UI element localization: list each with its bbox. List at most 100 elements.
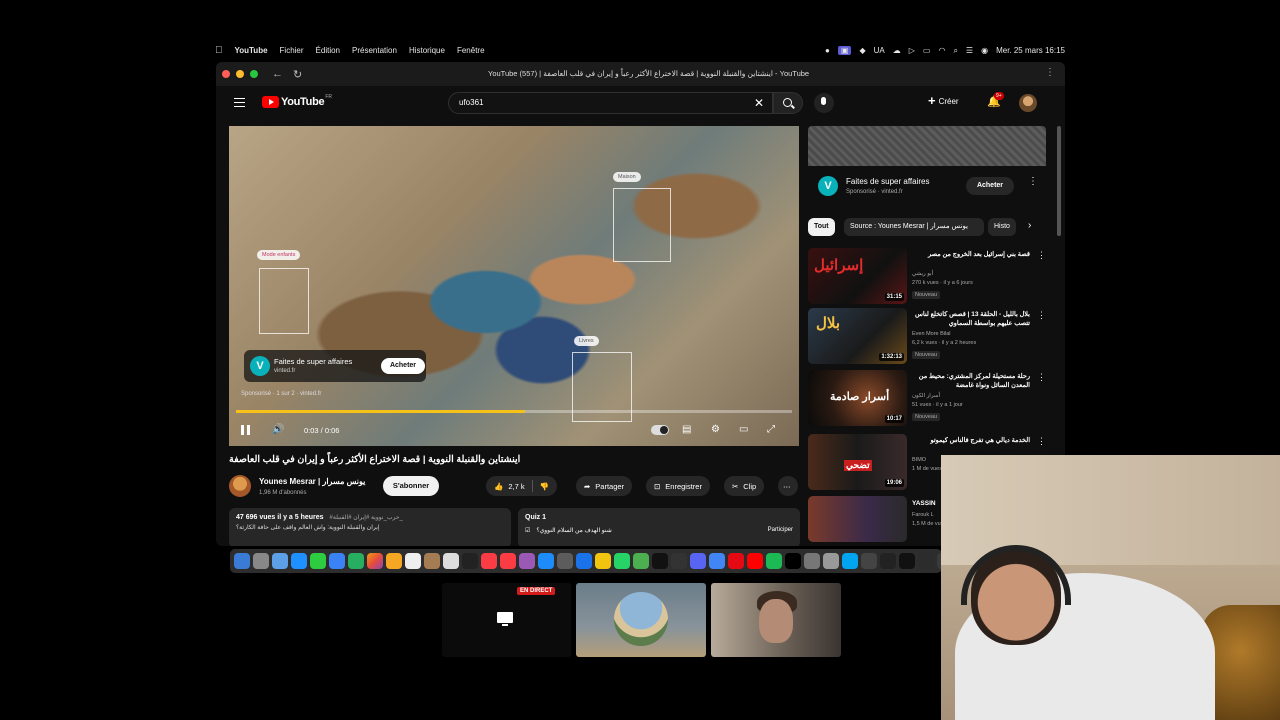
siri-icon[interactable]: ◉ [981, 46, 988, 55]
progress-bar[interactable] [236, 410, 792, 413]
product-tag-home[interactable]: Maison [613, 172, 641, 182]
checkbox-icon[interactable]: ☑ [525, 527, 530, 534]
browser-menu-icon[interactable]: ⋮ [1045, 67, 1055, 78]
settings-gear-icon[interactable]: ⚙ [711, 424, 720, 435]
capcut-icon[interactable] [880, 553, 896, 569]
more-vertical-icon[interactable]: ⋮ [1028, 176, 1038, 187]
podcasts-icon[interactable] [519, 553, 535, 569]
zoom-window-button[interactable] [250, 70, 258, 78]
create-button[interactable]: + Créer [928, 94, 959, 107]
clock[interactable]: Mer. 25 mars 16:15 [996, 46, 1065, 55]
youtube-logo[interactable]: YouTube FR [262, 94, 332, 108]
subtitles-icon[interactable]: ▤ [682, 424, 691, 435]
more-vertical-icon[interactable]: ⋮ [1037, 310, 1046, 321]
back-arrow-icon[interactable]: ← [272, 68, 283, 80]
wifi-icon[interactable]: ◠ [938, 46, 945, 55]
list-item[interactable]: بلال 1:32:13 بلال بالليل - الحلقة 13 | ق… [808, 308, 1046, 366]
openai-icon[interactable] [671, 553, 687, 569]
photos-icon[interactable] [367, 553, 383, 569]
mail-icon[interactable] [329, 553, 345, 569]
x-icon[interactable] [785, 553, 801, 569]
app-store-icon[interactable] [538, 553, 554, 569]
input-language[interactable]: UA [874, 46, 885, 55]
youtube-app-icon[interactable] [747, 553, 763, 569]
volume-icon[interactable]: 🔊 [272, 424, 284, 435]
product-tag-kids[interactable]: Mode enfants [257, 250, 301, 260]
video-thumbnail[interactable]: أسرار صادمة 10:17 [808, 370, 907, 426]
launchpad-icon[interactable] [253, 553, 269, 569]
quiz-participate-button[interactable]: Participer [768, 527, 793, 534]
share-button[interactable]: ➦ Partager [576, 476, 633, 496]
clear-search-icon[interactable]: ✕ [754, 96, 764, 110]
discord-icon[interactable] [690, 553, 706, 569]
channel-name[interactable]: Younes Mesrar | يونس مسرار [259, 477, 365, 486]
hashtags[interactable]: #حرب_نووية #إيران #القنبلة_ [330, 515, 403, 521]
menu-fenetre[interactable]: Fenêtre [457, 46, 485, 55]
chrome-icon[interactable] [709, 553, 725, 569]
finder-icon[interactable] [234, 553, 250, 569]
battery-icon[interactable]: ▭ [923, 46, 931, 55]
search-button[interactable] [773, 92, 803, 114]
writer-icon[interactable] [899, 553, 915, 569]
thumbs-down-icon[interactable]: 👎 [540, 482, 549, 491]
netflix-icon[interactable] [728, 553, 744, 569]
word-icon[interactable] [576, 553, 592, 569]
save-button[interactable]: ⊡ Enregistrer [646, 476, 710, 496]
fullscreen-icon[interactable]: ⤢ [767, 424, 775, 435]
facetime-icon[interactable] [348, 553, 364, 569]
maps-icon[interactable] [272, 553, 288, 569]
scrollbar-thumb[interactable] [1057, 126, 1061, 236]
participant-tile-2[interactable] [576, 583, 706, 657]
more-actions-button[interactable]: ⋯ [778, 476, 798, 496]
more-vertical-icon[interactable]: ⋮ [1037, 436, 1046, 447]
reminders-icon[interactable] [443, 553, 459, 569]
settings-icon[interactable] [557, 553, 573, 569]
news-icon[interactable] [500, 553, 516, 569]
clip-button[interactable]: ✂ Clip [724, 476, 765, 496]
participant-tile-screen[interactable]: EN DIRECT [442, 583, 571, 657]
contacts-icon[interactable] [386, 553, 402, 569]
pause-button[interactable] [241, 425, 250, 435]
minimize-window-button[interactable] [236, 70, 244, 78]
ad-buy-button[interactable]: Acheter [381, 358, 425, 374]
video-thumbnail[interactable]: تضحي 19:06 [808, 434, 907, 490]
account-avatar[interactable] [1019, 94, 1037, 112]
channel-avatar[interactable] [229, 475, 251, 497]
chip-all[interactable]: Tout [808, 218, 835, 236]
chevron-right-icon[interactable]: › [1028, 220, 1031, 231]
sidebar-ad-banner[interactable] [808, 126, 1046, 166]
notes-icon[interactable] [424, 553, 440, 569]
menu-edition[interactable]: Édition [316, 46, 340, 55]
menu-presentation[interactable]: Présentation [352, 46, 397, 55]
control-center-icon[interactable]: ☰ [966, 46, 973, 55]
video-thumbnail[interactable]: إسرائيل 31:15 [808, 248, 907, 304]
cloud-icon[interactable]: ☁ [893, 46, 901, 55]
screen-share-icon[interactable]: ▣ [837, 46, 852, 55]
theater-mode-icon[interactable]: ▭ [739, 424, 748, 435]
video-player[interactable]: Mode enfants Maison Livres V Faites de s… [229, 126, 799, 446]
tv-icon[interactable] [462, 553, 478, 569]
calendar-icon[interactable] [405, 553, 421, 569]
menu-historique[interactable]: Historique [409, 46, 445, 55]
close-window-button[interactable] [222, 70, 230, 78]
spotify-icon[interactable] [766, 553, 782, 569]
sidebar-ad-buy-button[interactable]: Acheter [966, 177, 1014, 195]
like-button[interactable]: 👍 2,7 k 👎 [486, 476, 557, 496]
chip-history[interactable]: Histo [988, 218, 1016, 236]
participant-tile-3[interactable] [711, 583, 841, 657]
safari-icon[interactable] [291, 553, 307, 569]
search-input[interactable]: ufo361 ✕ [448, 92, 773, 114]
menu-fichier[interactable]: Fichier [280, 46, 304, 55]
terminal-icon[interactable] [861, 553, 877, 569]
more-vertical-icon[interactable]: ⋮ [1037, 250, 1046, 261]
video-thumbnail[interactable]: بلال 1:32:13 [808, 308, 907, 364]
video-thumbnail[interactable] [808, 496, 907, 542]
voice-search-button[interactable] [814, 93, 834, 113]
more-vertical-icon[interactable]: ⋮ [1037, 372, 1046, 383]
search-icon[interactable]: ⌕ [953, 46, 957, 56]
spotify-alt-icon[interactable] [633, 553, 649, 569]
play-icon[interactable]: ▷ [909, 46, 915, 55]
utility-icon[interactable] [823, 553, 839, 569]
list-item[interactable]: أسرار صادمة 10:17 رحلة مستحيلة لمركز الم… [808, 370, 1046, 428]
teams-icon[interactable] [842, 553, 858, 569]
